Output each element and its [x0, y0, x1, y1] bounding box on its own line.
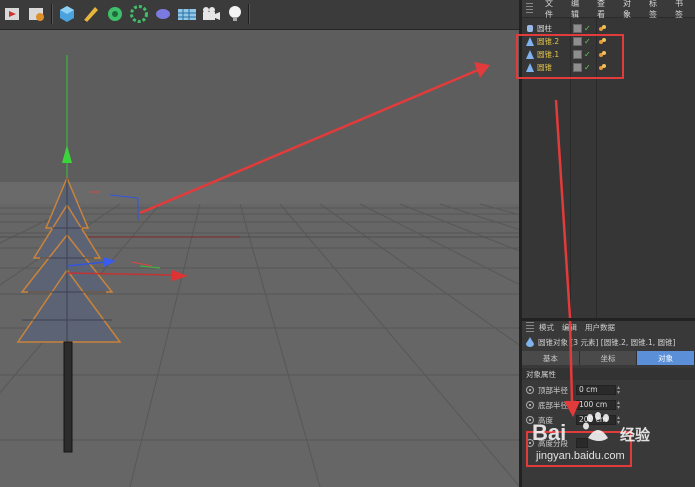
light-bulb-icon[interactable] — [224, 3, 246, 25]
object-manager: 文件 编辑 查看 对象 标签 书签 圆柱 ✓ 圆锥.2 ✓ 圆锥.1 ✓ 圆锥 … — [516, 0, 695, 318]
render-settings-icon[interactable] — [26, 3, 48, 25]
play-object-icon[interactable] — [2, 3, 24, 25]
flower-array-icon[interactable] — [128, 3, 150, 25]
3d-viewport[interactable]: ✥⬇⊘⬜ — [0, 30, 519, 487]
camera-icon[interactable] — [200, 3, 222, 25]
cube-icon[interactable] — [56, 3, 78, 25]
annotation-arrow — [554, 99, 572, 318]
watermark-url: jingyan.baidu.com — [536, 450, 625, 462]
sphere-deformer-icon[interactable] — [152, 3, 174, 25]
floor-grid-icon[interactable] — [176, 3, 198, 25]
baidu-watermark: Bai 经验 jingyan.baidu.com — [530, 410, 660, 470]
pen-icon[interactable] — [80, 3, 102, 25]
main-toolbar — [0, 0, 519, 30]
viewport-scene — [0, 30, 519, 487]
watermark-brand-suffix: 经验 — [620, 426, 651, 444]
gear-subdivision-icon[interactable] — [104, 3, 126, 25]
watermark-brand: Bai — [532, 420, 567, 445]
